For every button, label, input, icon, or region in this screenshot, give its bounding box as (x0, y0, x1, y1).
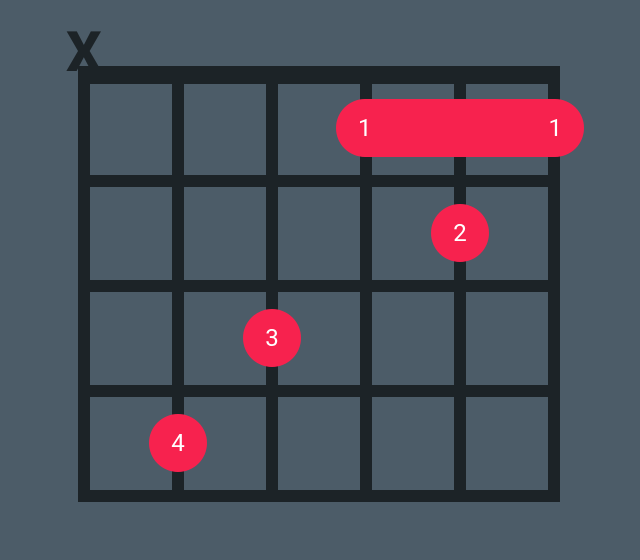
barre-finger-label-right: 1 (549, 114, 563, 142)
finger-dot-4: 4 (149, 414, 207, 472)
barre-finger-1: 1 1 (336, 99, 584, 157)
fret-line (78, 490, 560, 502)
finger-dot-3: 3 (243, 309, 301, 367)
finger-dot-2: 2 (431, 204, 489, 262)
nut (78, 66, 560, 84)
finger-label: 3 (265, 324, 279, 352)
chord-diagram: X 1 1 2 3 4 (84, 76, 554, 496)
finger-label: 2 (453, 219, 467, 247)
barre-finger-label-left: 1 (358, 114, 372, 142)
fret-line (78, 175, 560, 187)
finger-label: 4 (171, 429, 185, 457)
fret-line (78, 385, 560, 397)
fret-line (78, 280, 560, 292)
